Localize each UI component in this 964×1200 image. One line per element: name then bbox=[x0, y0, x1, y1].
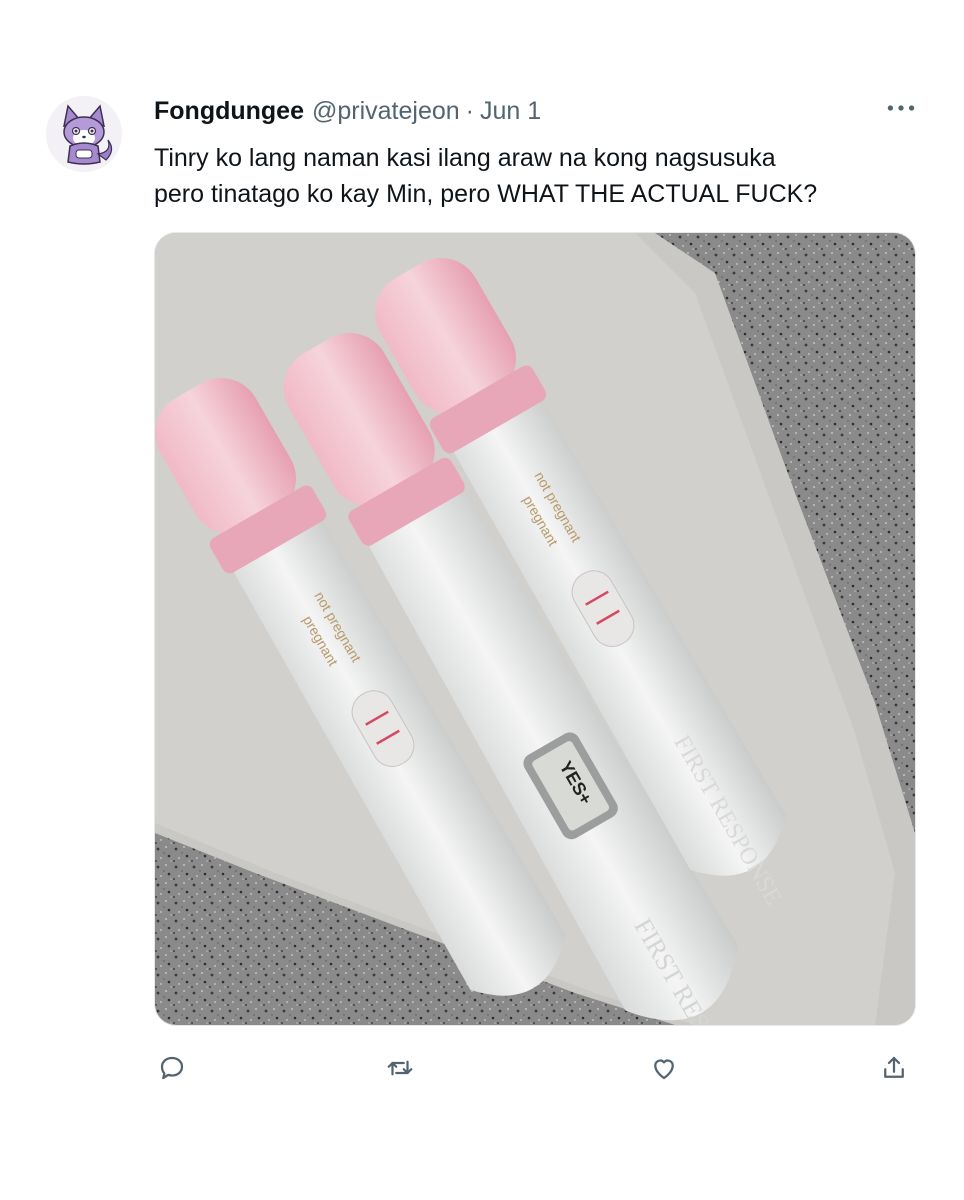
purple-fox-avatar-icon bbox=[46, 96, 122, 172]
retweet-icon bbox=[387, 1060, 413, 1076]
tweet-text: Tinry ko lang naman kasi ilang araw na k… bbox=[154, 140, 934, 212]
user-handle[interactable]: @privatejeon bbox=[312, 97, 460, 126]
pregnancy-tests-photo: pregnant not pregnant YES+ FIRST RESPONS… bbox=[155, 233, 915, 1025]
like-button[interactable] bbox=[642, 1046, 686, 1090]
share-icon bbox=[884, 1056, 904, 1078]
more-options-button[interactable] bbox=[884, 96, 918, 120]
reply-icon bbox=[160, 1056, 184, 1080]
reply-button[interactable] bbox=[150, 1046, 194, 1090]
display-name[interactable]: Fongdungee bbox=[154, 97, 304, 126]
separator: · bbox=[465, 96, 474, 125]
tweet: Fongdungee @privatejeon · Jun 1 Tinry ko… bbox=[0, 0, 964, 1200]
retweet-button[interactable] bbox=[378, 1046, 422, 1090]
tweet-text-line-1: Tinry ko lang naman kasi ilang araw na k… bbox=[154, 144, 776, 172]
heart-icon bbox=[654, 1059, 674, 1080]
tweet-media-photo[interactable]: pregnant not pregnant YES+ FIRST RESPONS… bbox=[154, 232, 916, 1026]
share-button[interactable] bbox=[872, 1046, 916, 1090]
more-horizontal-icon bbox=[887, 105, 915, 111]
avatar[interactable] bbox=[46, 96, 122, 172]
tweet-text-line-2: pero tinatago ko kay Min, pero WHAT THE … bbox=[154, 180, 818, 208]
tweet-actions-bar bbox=[150, 1046, 920, 1090]
tweet-header: Fongdungee @privatejeon · Jun 1 bbox=[154, 94, 541, 128]
tweet-date[interactable]: Jun 1 bbox=[480, 97, 541, 126]
